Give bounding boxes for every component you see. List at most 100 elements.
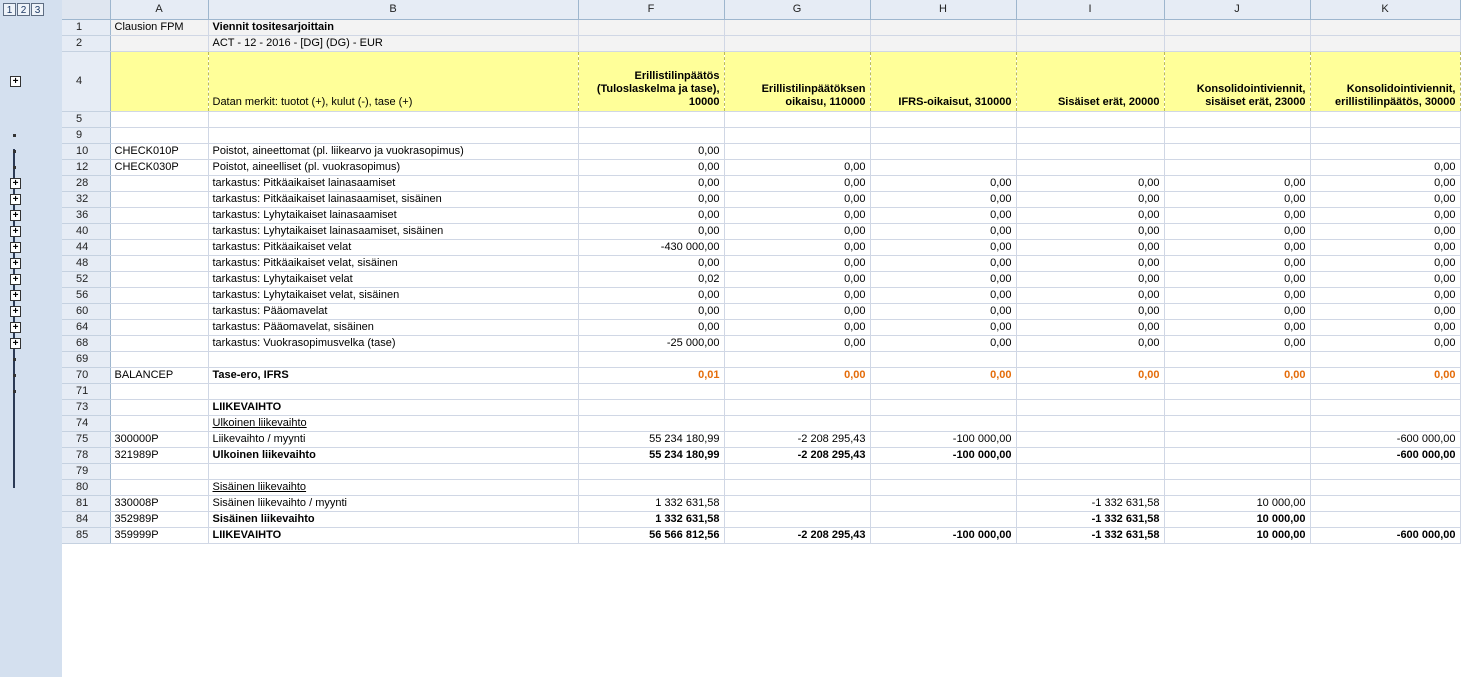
- cell-description[interactable]: Sisäinen liikevaihto / myynti: [208, 495, 579, 512]
- cell-description[interactable]: LIIKEVAIHTO: [208, 527, 579, 544]
- cell-description[interactable]: tarkastus: Vuokrasopimusvelka (tase): [208, 335, 579, 352]
- cell-value-j[interactable]: 0,00: [1164, 239, 1311, 256]
- cell-value-g[interactable]: [724, 479, 871, 496]
- column-header-i[interactable]: I: [1016, 0, 1165, 20]
- row-number[interactable]: 56: [62, 287, 111, 304]
- column-header-a[interactable]: A: [110, 0, 209, 20]
- cell-value-h[interactable]: 0,00: [870, 239, 1017, 256]
- cell-value-h[interactable]: 0,00: [870, 287, 1017, 304]
- cell-description[interactable]: [208, 463, 579, 480]
- header-sisaiset-erat[interactable]: Sisäiset erät, 20000: [1016, 51, 1165, 112]
- cell-description[interactable]: Poistot, aineettomat (pl. liikearvo ja v…: [208, 143, 579, 160]
- cell-account-code[interactable]: [110, 111, 209, 128]
- cell-description[interactable]: tarkastus: Pitkäaikaiset lainasaamiset: [208, 175, 579, 192]
- cell-company[interactable]: Clausion FPM: [110, 19, 209, 36]
- cell-value-i[interactable]: 0,00: [1016, 335, 1165, 352]
- row-number[interactable]: 81: [62, 495, 111, 512]
- cell-value-j[interactable]: [1164, 111, 1311, 128]
- cell-description[interactable]: tarkastus: Pääomavelat: [208, 303, 579, 320]
- cell-description[interactable]: [208, 111, 579, 128]
- cell-value-h[interactable]: [870, 159, 1017, 176]
- cell[interactable]: [578, 19, 725, 36]
- cell-value-h[interactable]: 0,00: [870, 271, 1017, 288]
- cell-value-g[interactable]: 0,00: [724, 303, 871, 320]
- cell-value-h[interactable]: 0,00: [870, 335, 1017, 352]
- cell-value-f[interactable]: 0,00: [578, 207, 725, 224]
- cell-value-j[interactable]: 0,00: [1164, 287, 1311, 304]
- cell-description[interactable]: Poistot, aineelliset (pl. vuokrasopimus): [208, 159, 579, 176]
- cell-description[interactable]: tarkastus: Pitkäaikaiset velat: [208, 239, 579, 256]
- cell[interactable]: [1016, 35, 1165, 52]
- expand-group-button[interactable]: +: [10, 257, 21, 269]
- cell-account-code[interactable]: [110, 399, 209, 416]
- cell-value-f[interactable]: [578, 111, 725, 128]
- cell-value-j[interactable]: 0,00: [1164, 175, 1311, 192]
- cell-value-k[interactable]: 0,00: [1310, 303, 1461, 320]
- expand-group-button[interactable]: +: [10, 193, 21, 205]
- row-number[interactable]: 32: [62, 191, 111, 208]
- cell-value-g[interactable]: 0,00: [724, 223, 871, 240]
- cell-value-h[interactable]: -100 000,00: [870, 431, 1017, 448]
- cell-value-f[interactable]: 0,00: [578, 143, 725, 160]
- row-number[interactable]: 78: [62, 447, 111, 464]
- cell-value-j[interactable]: 0,00: [1164, 255, 1311, 272]
- cell-value-j[interactable]: 0,00: [1164, 223, 1311, 240]
- cell-value-g[interactable]: 0,00: [724, 159, 871, 176]
- row-number[interactable]: 74: [62, 415, 111, 432]
- row-number[interactable]: 48: [62, 255, 111, 272]
- row-number[interactable]: 71: [62, 383, 111, 400]
- cell-value-g[interactable]: -2 208 295,43: [724, 431, 871, 448]
- cell-value-f[interactable]: 56 566 812,56: [578, 527, 725, 544]
- cell-value-h[interactable]: 0,00: [870, 367, 1017, 384]
- cell-value-g[interactable]: 0,00: [724, 271, 871, 288]
- row-number[interactable]: 68: [62, 335, 111, 352]
- cell-value-i[interactable]: [1016, 383, 1165, 400]
- row-number[interactable]: 73: [62, 399, 111, 416]
- cell-value-k[interactable]: -600 000,00: [1310, 527, 1461, 544]
- cell-value-f[interactable]: [578, 383, 725, 400]
- cell-value-k[interactable]: 0,00: [1310, 271, 1461, 288]
- cell-description[interactable]: tarkastus: Lyhytaikaiset lainasaamiset, …: [208, 223, 579, 240]
- cell-value-i[interactable]: 0,00: [1016, 175, 1165, 192]
- cell[interactable]: [724, 35, 871, 52]
- cell-value-i[interactable]: [1016, 447, 1165, 464]
- cell-account-code[interactable]: [110, 175, 209, 192]
- cell-value-k[interactable]: 0,00: [1310, 159, 1461, 176]
- cell-value-g[interactable]: 0,00: [724, 255, 871, 272]
- cell-value-g[interactable]: 0,00: [724, 335, 871, 352]
- cell-data-signs[interactable]: Datan merkit: tuotot (+), kulut (-), tas…: [208, 51, 579, 112]
- cell-value-f[interactable]: [578, 479, 725, 496]
- expand-group-button[interactable]: +: [10, 241, 21, 253]
- cell-description[interactable]: tarkastus: Pitkäaikaiset velat, sisäinen: [208, 255, 579, 272]
- cell-account-code[interactable]: [110, 319, 209, 336]
- row-number[interactable]: 84: [62, 511, 111, 528]
- cell-value-h[interactable]: [870, 351, 1017, 368]
- expand-group-button[interactable]: +: [10, 273, 21, 285]
- cell-value-j[interactable]: 0,00: [1164, 207, 1311, 224]
- cell-value-j[interactable]: [1164, 479, 1311, 496]
- cell-value-h[interactable]: 0,00: [870, 223, 1017, 240]
- cell-value-f[interactable]: 55 234 180,99: [578, 431, 725, 448]
- select-all-corner[interactable]: [62, 0, 111, 20]
- row-number[interactable]: 60: [62, 303, 111, 320]
- cell-account-code[interactable]: CHECK030P: [110, 159, 209, 176]
- cell-account-code[interactable]: 352989P: [110, 511, 209, 528]
- cell-value-j[interactable]: 0,00: [1164, 303, 1311, 320]
- column-header-j[interactable]: J: [1164, 0, 1311, 20]
- cell-value-h[interactable]: [870, 111, 1017, 128]
- cell-value-f[interactable]: [578, 351, 725, 368]
- cell-value-i[interactable]: 0,00: [1016, 319, 1165, 336]
- cell-report-title[interactable]: Viennit tositesarjoittain: [208, 19, 579, 36]
- cell-value-k[interactable]: [1310, 143, 1461, 160]
- row-number[interactable]: 28: [62, 175, 111, 192]
- cell-account-code[interactable]: [110, 223, 209, 240]
- cell-value-i[interactable]: [1016, 127, 1165, 144]
- cell-value-g[interactable]: -2 208 295,43: [724, 527, 871, 544]
- row-number[interactable]: 10: [62, 143, 111, 160]
- cell-value-j[interactable]: [1164, 351, 1311, 368]
- cell-value-i[interactable]: -1 332 631,58: [1016, 511, 1165, 528]
- column-header-k[interactable]: K: [1310, 0, 1461, 20]
- cell-value-g[interactable]: [724, 463, 871, 480]
- cell-value-f[interactable]: 0,00: [578, 287, 725, 304]
- cell-value-f[interactable]: 0,02: [578, 271, 725, 288]
